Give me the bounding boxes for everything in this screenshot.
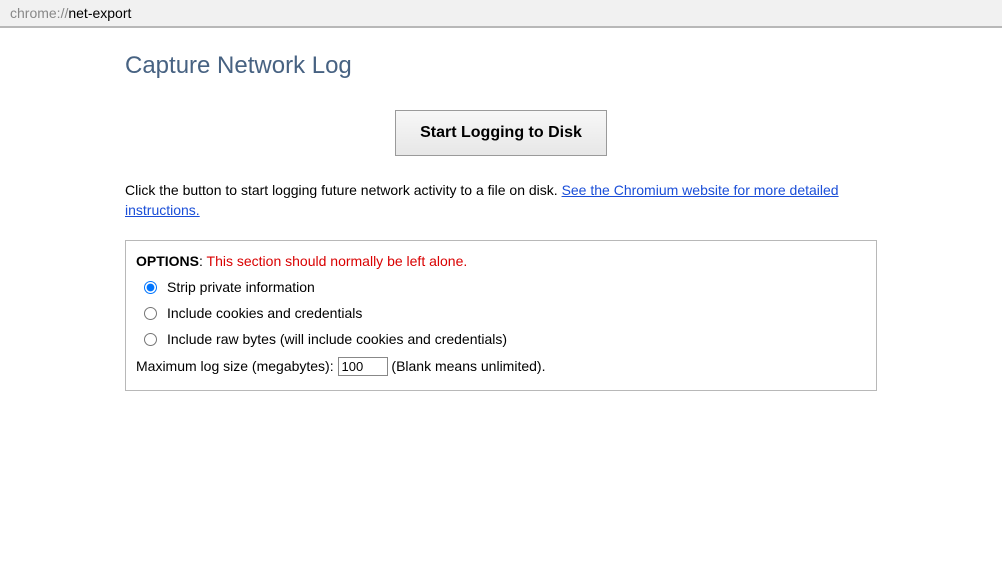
radio-strip-private-input[interactable] bbox=[144, 281, 157, 294]
address-bar[interactable]: chrome://net-export bbox=[0, 0, 1002, 28]
radio-include-raw-label: Include raw bytes (will include cookies … bbox=[167, 331, 507, 347]
options-header: OPTIONS: This section should normally be… bbox=[136, 253, 866, 269]
max-log-size-label: Maximum log size (megabytes): bbox=[136, 358, 338, 374]
options-box: OPTIONS: This section should normally be… bbox=[125, 240, 877, 391]
options-warning: This section should normally be left alo… bbox=[207, 253, 468, 269]
max-log-size-row: Maximum log size (megabytes): (Blank mea… bbox=[136, 357, 866, 376]
radio-include-cookies: Include cookies and credentials bbox=[144, 305, 866, 321]
radio-strip-private: Strip private information bbox=[144, 279, 866, 295]
url-scheme: chrome:// bbox=[10, 5, 68, 21]
url-path: net-export bbox=[68, 5, 131, 21]
main-content: Capture Network Log Start Logging to Dis… bbox=[115, 52, 887, 391]
options-colon: : bbox=[199, 253, 207, 269]
options-label: OPTIONS bbox=[136, 253, 199, 269]
start-logging-button[interactable]: Start Logging to Disk bbox=[395, 110, 607, 156]
page-title: Capture Network Log bbox=[125, 52, 877, 80]
radio-include-cookies-input[interactable] bbox=[144, 307, 157, 320]
instructions-text: Click the button to start logging future… bbox=[125, 181, 877, 220]
button-row: Start Logging to Disk bbox=[125, 110, 877, 156]
max-log-size-input[interactable] bbox=[338, 357, 388, 376]
radio-strip-private-label: Strip private information bbox=[167, 279, 315, 295]
instructions-prefix: Click the button to start logging future… bbox=[125, 182, 562, 198]
radio-include-cookies-label: Include cookies and credentials bbox=[167, 305, 362, 321]
max-log-size-hint: (Blank means unlimited). bbox=[388, 358, 546, 374]
radio-include-raw: Include raw bytes (will include cookies … bbox=[144, 331, 866, 347]
radio-include-raw-input[interactable] bbox=[144, 333, 157, 346]
